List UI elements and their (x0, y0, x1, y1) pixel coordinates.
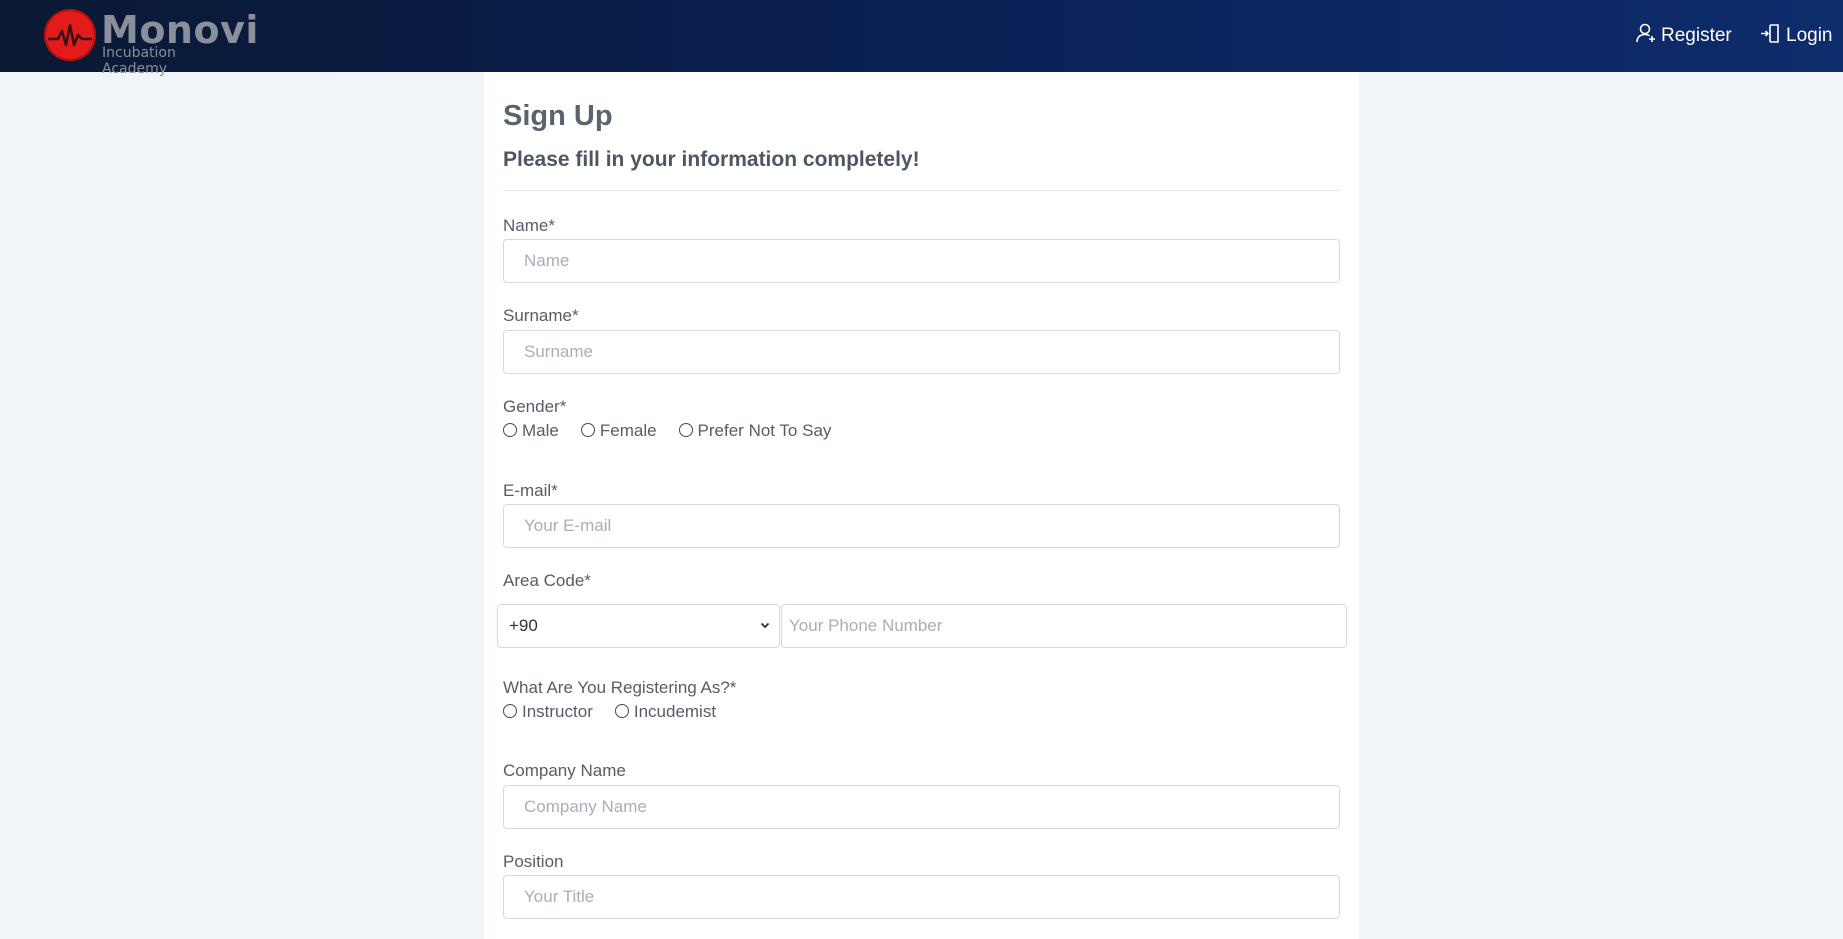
radio-circle[interactable] (503, 422, 517, 437)
top-navbar: Monovi Incubation Academy Register Login (0, 0, 1843, 77)
gender-male-label: Male (522, 421, 559, 440)
gender-female-label: Female (599, 421, 657, 440)
login-door-icon (1760, 22, 1786, 50)
registering-as-label: What Are You Registering As?* (503, 678, 737, 697)
surname-label: Surname* (503, 306, 579, 325)
name-field[interactable] (503, 239, 1340, 283)
position-field[interactable] (503, 875, 1340, 919)
radio-circle[interactable] (503, 703, 517, 718)
login-link[interactable]: Login (1760, 22, 1833, 50)
gender-label: Gender* (503, 397, 567, 416)
radio-circle[interactable] (580, 422, 595, 437)
logo[interactable]: Monovi Incubation Academy (44, 7, 258, 77)
register-link[interactable]: Register (1635, 22, 1732, 50)
login-label: Login (1786, 25, 1833, 46)
logo-tagline: Incubation Academy (102, 45, 176, 77)
gender-male-option[interactable]: Male (503, 421, 559, 441)
phone-number-field[interactable] (781, 604, 1347, 648)
email-field[interactable] (503, 504, 1340, 548)
position-label: Position (503, 852, 564, 871)
radio-circle[interactable] (678, 422, 693, 437)
divider (503, 190, 1340, 191)
area-code-select[interactable]: +90 (497, 604, 780, 648)
instructor-label: Instructor (522, 702, 593, 721)
gender-female-option[interactable]: Female (580, 421, 657, 441)
user-plus-icon (1635, 22, 1661, 50)
register-label: Register (1661, 25, 1732, 46)
area-code-label: Area Code* (503, 571, 591, 590)
gender-options: Male Female Prefer Not To Say (503, 421, 853, 441)
incudemist-option[interactable]: Incudemist (614, 702, 717, 722)
registering-as-options: Instructor Incudemist (503, 702, 738, 722)
email-label: E-mail* (503, 481, 558, 500)
radio-circle[interactable] (614, 703, 629, 718)
company-label: Company Name (503, 761, 626, 780)
gender-prefer-not-option[interactable]: Prefer Not To Say (678, 421, 832, 441)
incudemist-label: Incudemist (633, 702, 717, 721)
name-label: Name* (503, 216, 555, 235)
page-subtitle: Please fill in your information complete… (503, 148, 920, 171)
company-field[interactable] (503, 785, 1340, 829)
area-code-value: +90 (509, 616, 538, 635)
logo-heartbeat-icon (44, 9, 96, 61)
gender-prefer-not-label: Prefer Not To Say (697, 421, 832, 440)
page-title: Sign Up (503, 100, 613, 132)
instructor-option[interactable]: Instructor (503, 702, 593, 722)
chevron-down-icon (759, 616, 771, 636)
surname-field[interactable] (503, 330, 1340, 374)
signup-card: Sign Up Please fill in your information … (484, 72, 1359, 939)
